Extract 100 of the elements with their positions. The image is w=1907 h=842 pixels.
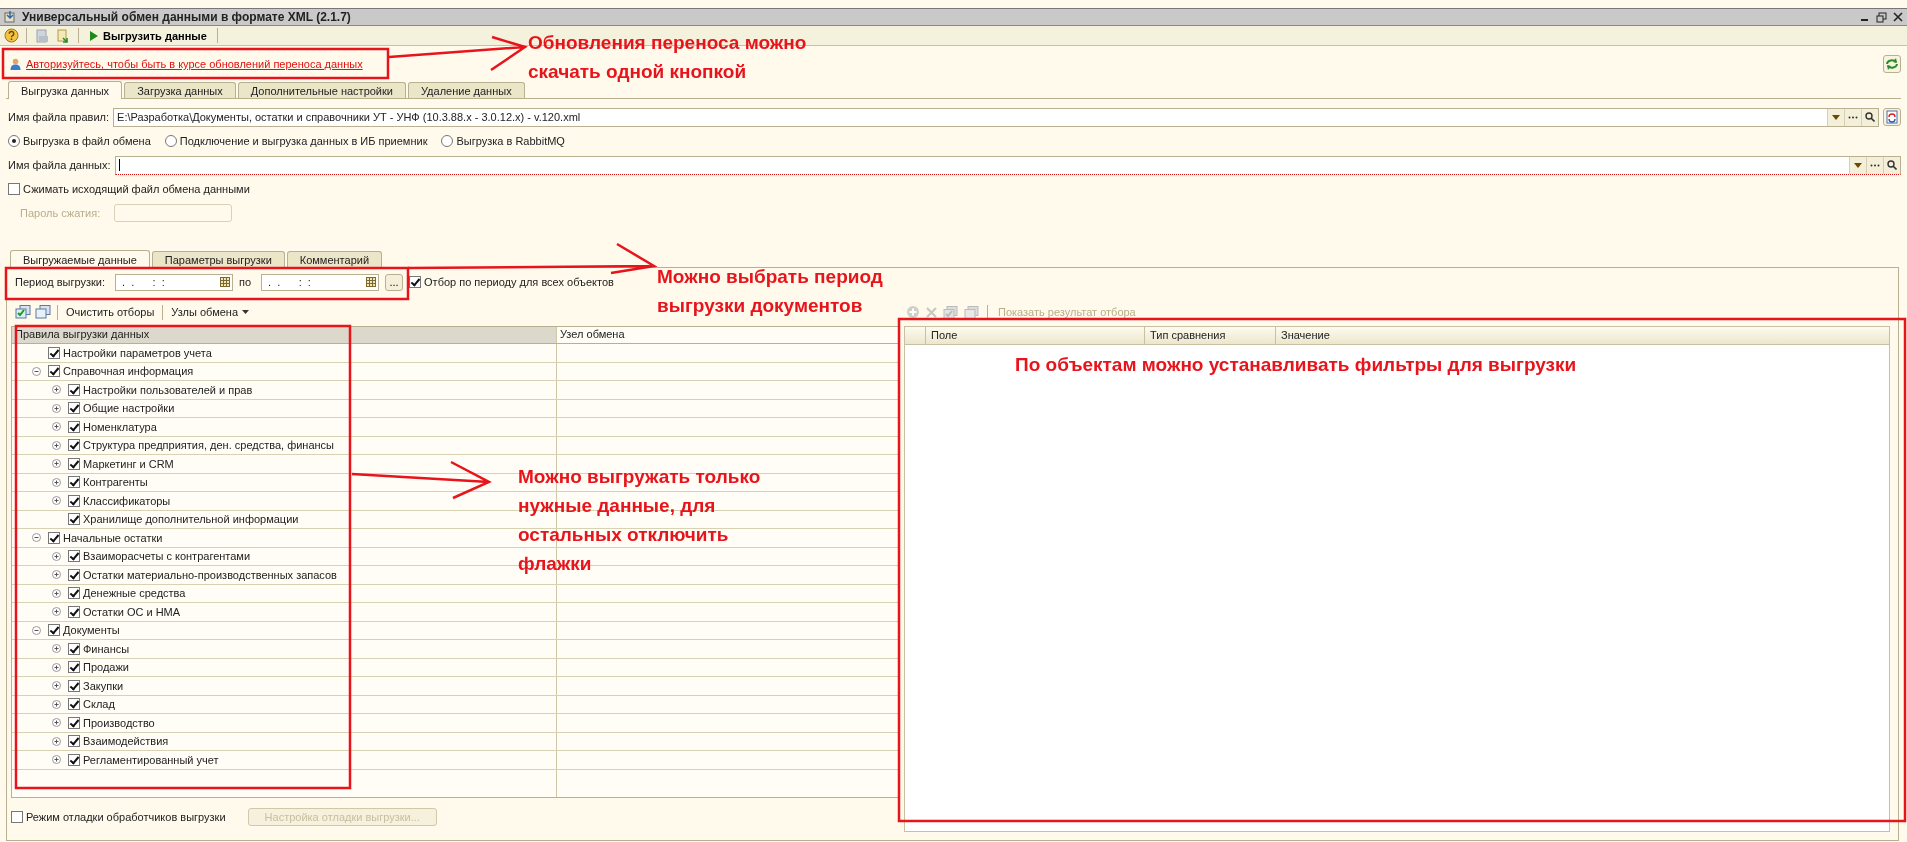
- rule-label[interactable]: Финансы: [83, 642, 130, 655]
- rule-label[interactable]: Взаиморасчеты с контрагентами: [83, 550, 251, 563]
- search-icon[interactable]: [1887, 160, 1897, 170]
- restore-icon[interactable]: [1876, 11, 1887, 23]
- expand-icon[interactable]: [52, 699, 61, 709]
- close-icon[interactable]: [1893, 12, 1903, 22]
- expand-icon[interactable]: [52, 477, 61, 487]
- rule-checkbox[interactable]: [68, 661, 80, 674]
- debug-mode-checkbox[interactable]: Режим отладки обработчиков выгрузки: [11, 811, 226, 823]
- rule-label[interactable]: Начальные остатки: [63, 531, 163, 544]
- expand-icon[interactable]: [52, 570, 61, 580]
- rule-label[interactable]: Регламентированный учет: [83, 753, 219, 766]
- date-field[interactable]: . . : :: [114, 273, 233, 291]
- check-all-icon[interactable]: [15, 305, 31, 319]
- rule-label[interactable]: Закупки: [83, 679, 124, 692]
- expand-icon[interactable]: [52, 644, 61, 654]
- rule-checkbox[interactable]: [68, 439, 80, 452]
- expand-icon[interactable]: [52, 588, 61, 598]
- rule-label[interactable]: Остатки ОС и НМА: [83, 605, 181, 618]
- search-icon[interactable]: [1865, 112, 1875, 122]
- collapse-icon[interactable]: [32, 625, 41, 635]
- rule-label[interactable]: Взаимодействия: [83, 735, 169, 748]
- tab[interactable]: Загрузка данных: [124, 82, 236, 98]
- expand-icon[interactable]: [52, 755, 61, 765]
- expand-icon[interactable]: [52, 440, 61, 450]
- rule-checkbox[interactable]: [68, 383, 80, 396]
- uncheck-all-icon[interactable]: [964, 305, 979, 319]
- dropdown-icon[interactable]: [1832, 114, 1840, 120]
- rule-checkbox[interactable]: [68, 735, 80, 748]
- document-export-icon[interactable]: [55, 27, 71, 44]
- rule-checkbox[interactable]: [68, 494, 80, 507]
- tab[interactable]: Выгружаемые данные: [10, 250, 150, 268]
- help-icon[interactable]: [4, 28, 19, 43]
- dropdown-icon[interactable]: [1854, 162, 1862, 168]
- rule-checkbox[interactable]: [48, 624, 60, 637]
- refresh-button[interactable]: [1883, 55, 1901, 73]
- expand-icon[interactable]: [52, 496, 61, 506]
- expand-icon[interactable]: [52, 607, 61, 617]
- rule-label[interactable]: Классификаторы: [83, 494, 171, 507]
- rule-checkbox[interactable]: [48, 346, 60, 359]
- rule-label[interactable]: Хранилище дополнительной информации: [83, 513, 299, 526]
- rule-checkbox[interactable]: [68, 568, 80, 581]
- tab[interactable]: Выгрузка данных: [8, 81, 123, 99]
- calendar-icon[interactable]: [219, 277, 230, 287]
- rule-checkbox[interactable]: [48, 365, 60, 378]
- add-icon[interactable]: [906, 305, 920, 319]
- rule-checkbox[interactable]: [68, 420, 80, 433]
- expand-icon[interactable]: [52, 662, 61, 672]
- collapse-icon[interactable]: [32, 533, 41, 543]
- rule-label[interactable]: Денежные средства: [83, 587, 186, 600]
- uncheck-all-icon[interactable]: [35, 305, 51, 319]
- expand-icon[interactable]: [52, 422, 61, 432]
- rule-checkbox[interactable]: [68, 605, 80, 618]
- expand-icon[interactable]: [52, 551, 61, 561]
- rule-label[interactable]: Продажи: [83, 661, 129, 674]
- calendar-icon[interactable]: [366, 277, 377, 287]
- rule-checkbox[interactable]: [68, 587, 80, 600]
- expand-icon[interactable]: [52, 459, 61, 469]
- column-header[interactable]: Значение: [1276, 327, 1889, 344]
- export-mode-radio[interactable]: Подключение и выгрузка данных в ИБ приемник: [164, 135, 428, 147]
- column-header[interactable]: Поле: [926, 327, 1145, 344]
- expand-icon[interactable]: [52, 718, 61, 728]
- rule-label[interactable]: Остатки материально-производственных запасов: [83, 568, 337, 581]
- expand-icon[interactable]: [52, 681, 61, 691]
- period-filter-checkbox[interactable]: Отбор по периоду для всех объектов: [409, 276, 614, 288]
- rule-checkbox[interactable]: [68, 716, 80, 729]
- clear-filters-button[interactable]: Очистить отборы: [64, 306, 157, 318]
- rule-checkbox[interactable]: [68, 642, 80, 655]
- rule-label[interactable]: Производство: [83, 716, 155, 729]
- exchange-nodes-menu[interactable]: Узлы обмена: [169, 306, 252, 318]
- date-field[interactable]: . . : :: [261, 273, 380, 291]
- rule-label[interactable]: Документы: [63, 624, 120, 637]
- authorize-link[interactable]: Авторизуйтесь, чтобы быть в курсе обновлений переноса данных: [6, 58, 363, 70]
- rule-checkbox[interactable]: [68, 550, 80, 563]
- rule-label[interactable]: Маркетинг и CRM: [83, 457, 174, 470]
- reload-rules-button[interactable]: [1883, 108, 1901, 126]
- rule-label[interactable]: Общие настройки: [83, 402, 175, 415]
- rule-checkbox[interactable]: [68, 753, 80, 766]
- rule-label[interactable]: Структура предприятия, ден. средства, финансы: [83, 439, 335, 452]
- rule-label[interactable]: Настройки пользователей и прав: [83, 383, 253, 396]
- rule-checkbox[interactable]: [68, 513, 80, 526]
- rule-label[interactable]: Контрагенты: [83, 476, 148, 489]
- tab[interactable]: Дополнительные настройки: [237, 82, 406, 98]
- rule-checkbox[interactable]: [68, 698, 80, 711]
- rule-checkbox[interactable]: [68, 402, 80, 415]
- export-mode-radio[interactable]: Выгрузка в файл обмена: [8, 135, 151, 147]
- export-mode-radio[interactable]: Выгрузка в RabbitMQ: [441, 135, 565, 147]
- rule-checkbox[interactable]: [68, 457, 80, 470]
- check-all-icon[interactable]: [943, 305, 958, 319]
- rule-label[interactable]: Склад: [83, 698, 115, 711]
- tab[interactable]: Параметры выгрузки: [151, 251, 285, 267]
- expand-icon[interactable]: [52, 736, 61, 746]
- rule-label[interactable]: Справочная информация: [63, 365, 194, 378]
- column-header[interactable]: Узел обмена: [557, 327, 899, 343]
- rule-checkbox[interactable]: [48, 531, 60, 544]
- column-header[interactable]: Тип сравнения: [1145, 327, 1276, 344]
- compress-checkbox[interactable]: Сжимать исходящий файл обмена данными: [8, 183, 250, 195]
- tab[interactable]: Удаление данных: [407, 82, 525, 98]
- rules-file-field[interactable]: E:\Разработка\Документы, остатки и справочники УТ - УНФ (10.3.88.x - 3.0.12.x) - v.120.xml: [113, 107, 1879, 127]
- data-file-field[interactable]: [114, 155, 1901, 175]
